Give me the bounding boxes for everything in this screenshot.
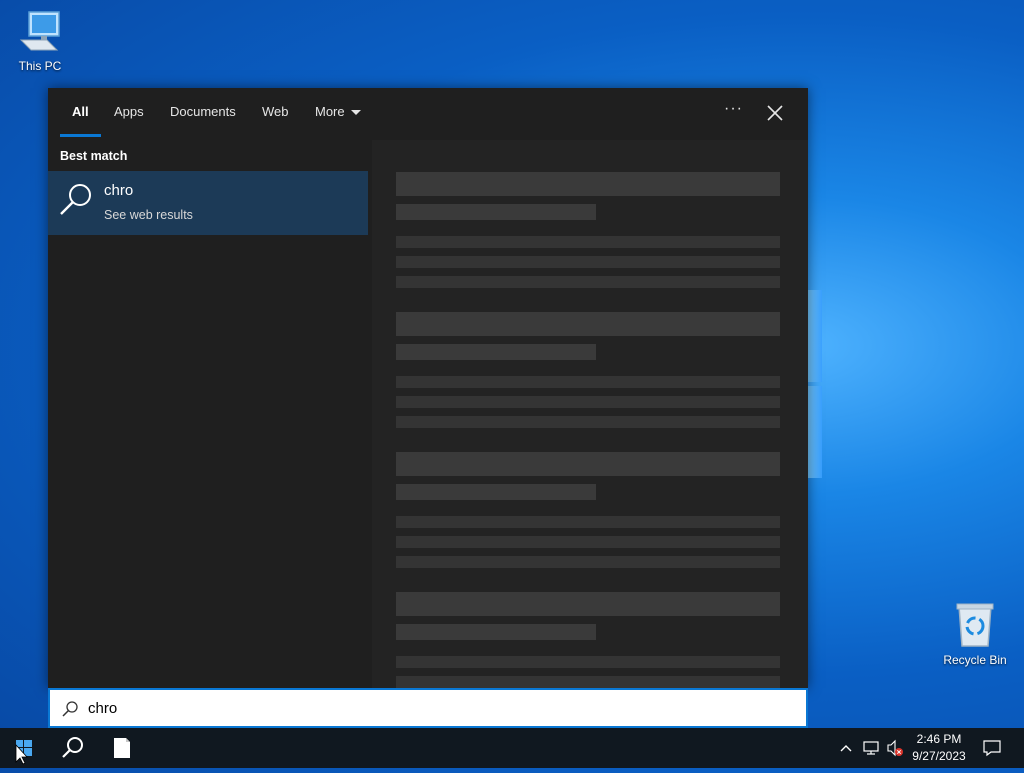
clock-time: 2:46 PM xyxy=(916,732,962,746)
skeleton-line xyxy=(396,592,780,616)
search-icon xyxy=(60,184,91,215)
search-icon xyxy=(62,737,83,758)
skeleton-line xyxy=(396,204,596,220)
tab-more[interactable]: More xyxy=(315,104,361,119)
desktop-icon-label: Recycle Bin xyxy=(943,653,1007,667)
skeleton-line xyxy=(396,452,780,476)
chevron-down-icon xyxy=(350,110,361,116)
taskbar-file-button[interactable] xyxy=(98,728,146,768)
skeleton-line xyxy=(396,556,780,568)
search-input[interactable]: chro xyxy=(88,700,117,717)
result-title: chro xyxy=(104,182,134,199)
skeleton-line xyxy=(396,656,780,668)
preview-pane xyxy=(372,140,808,688)
tab-more-label: More xyxy=(315,104,345,119)
skeleton-line xyxy=(396,624,596,640)
skeleton-line xyxy=(396,312,780,336)
best-match-heading: Best match xyxy=(60,149,128,163)
taskbar: 2:46 PM 9/27/2023 xyxy=(0,728,1024,768)
result-subtitle: See web results xyxy=(104,208,193,222)
ellipsis-icon[interactable]: ··· xyxy=(724,100,743,118)
search-panel: All Apps Documents Web More ··· Best mat… xyxy=(48,88,808,688)
computer-icon xyxy=(19,11,60,51)
recycle-bin-icon xyxy=(956,603,994,647)
start-button[interactable] xyxy=(0,728,48,768)
skeleton-line xyxy=(396,516,780,528)
desktop-icon-recycle-bin[interactable]: Recycle Bin xyxy=(935,602,1015,667)
skeleton-line xyxy=(396,484,596,500)
skeleton-line xyxy=(396,376,780,388)
desktop-icon-this-pc[interactable]: This PC xyxy=(0,10,80,73)
wallpaper-logo xyxy=(806,290,822,478)
skeleton-line xyxy=(396,416,780,428)
search-tabs: All Apps Documents Web More ··· xyxy=(48,88,808,138)
clock-date: 9/27/2023 xyxy=(912,749,966,763)
active-tab-indicator xyxy=(60,134,101,137)
skeleton-line xyxy=(396,676,780,688)
tab-documents[interactable]: Documents xyxy=(170,104,236,119)
search-icon xyxy=(62,701,78,717)
close-icon[interactable] xyxy=(764,102,786,124)
tab-all[interactable]: All xyxy=(72,104,89,119)
skeleton-line xyxy=(396,236,780,248)
tab-web[interactable]: Web xyxy=(262,104,289,119)
best-match-result[interactable]: chro See web results xyxy=(48,171,368,235)
desktop-icon-label: This PC xyxy=(18,59,62,73)
windows-start-icon xyxy=(15,740,32,765)
chevron-up-icon[interactable] xyxy=(838,740,854,756)
skeleton-line xyxy=(396,276,780,288)
network-icon[interactable] xyxy=(862,739,880,757)
taskbar-search-button[interactable] xyxy=(48,728,96,768)
skeleton-line xyxy=(396,256,780,268)
skeleton-line xyxy=(396,172,780,196)
skeleton-line xyxy=(396,536,780,548)
volume-muted-icon[interactable] xyxy=(886,739,904,757)
tab-apps[interactable]: Apps xyxy=(114,104,144,119)
skeleton-line xyxy=(396,344,596,360)
search-box[interactable]: chro xyxy=(48,688,808,728)
file-icon xyxy=(114,738,130,758)
results-list: Best match chro See web results xyxy=(48,140,368,688)
notification-icon[interactable] xyxy=(982,739,1002,757)
skeleton-line xyxy=(396,396,780,408)
clock[interactable]: 2:46 PM 9/27/2023 xyxy=(904,728,974,768)
